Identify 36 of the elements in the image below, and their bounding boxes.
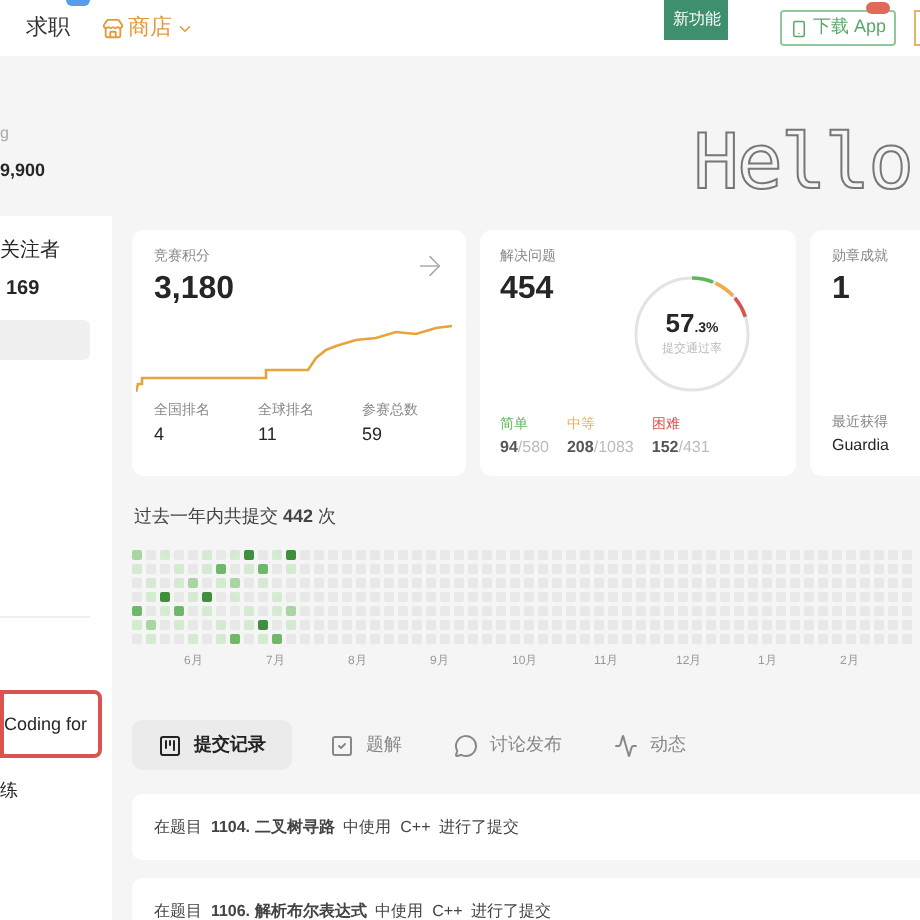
sidebar-item[interactable]: 练 <box>0 778 112 805</box>
list-icon <box>158 733 182 757</box>
partial-button[interactable] <box>914 10 920 46</box>
difficulty-count: 94/580 <box>500 436 549 460</box>
submission-text: 在题目 1106. 解析布尔表达式 中使用 C++ 进行了提交 <box>154 899 552 920</box>
checkbox-icon <box>330 733 354 757</box>
recent-badge-name: Guardia <box>832 434 891 458</box>
stat-value: 4 <box>154 422 167 448</box>
pulse-icon <box>614 733 638 757</box>
followers-label: 关注者 <box>0 237 62 266</box>
difficulty-count: 152/431 <box>651 436 710 460</box>
user-name: g <box>0 122 11 146</box>
submission-text: 在题目 1104. 二叉树寻路 中使用 C++ 进行了提交 <box>154 815 520 839</box>
difficulty-count: 208/1083 <box>566 436 634 460</box>
stat-value: 11 <box>258 422 279 448</box>
shop-icon <box>102 17 124 39</box>
submission-row[interactable]: 在题目 1106. 解析布尔表达式 中使用 C++ 进行了提交 <box>132 878 920 920</box>
solved-value: 454 <box>500 269 556 309</box>
phone-icon <box>790 19 809 37</box>
chat-icon <box>454 733 478 757</box>
tab[interactable]: 提交记录 <box>132 720 292 770</box>
nav-link[interactable]: 求职 <box>26 11 70 45</box>
followers-count: 169 <box>6 276 42 304</box>
stat-value: 59 <box>362 422 385 448</box>
banner-text: Hello <box>693 124 912 200</box>
badge-icon <box>866 2 890 14</box>
arrow-icon[interactable] <box>414 250 446 282</box>
rating-value: 3,180 <box>154 269 237 309</box>
points-value: 9,900 <box>0 158 46 184</box>
card-title: Coding for <box>4 714 88 734</box>
submission-row[interactable]: 在题目 1104. 二叉树寻路 中使用 C++ 进行了提交 <box>132 794 920 860</box>
pass-rate-ring <box>630 272 754 396</box>
highlight-card[interactable]: Coding for <box>0 690 102 758</box>
badge-count: 1 <box>832 269 852 309</box>
activity-title: 过去一年内共提交 442 次 <box>134 504 339 530</box>
new-feature-ribbon: 新功能 <box>664 0 729 40</box>
